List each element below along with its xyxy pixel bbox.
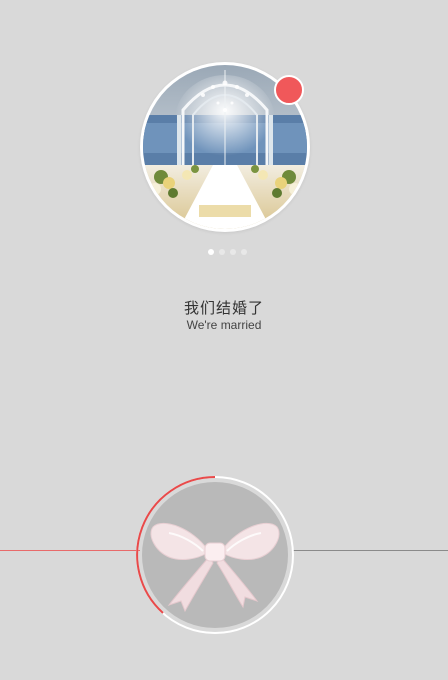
page-indicator <box>208 249 247 255</box>
page-dot-4[interactable] <box>241 249 247 255</box>
progress-line-right <box>292 550 448 551</box>
bow-dial-button[interactable] <box>133 473 297 637</box>
page-dot-1[interactable] <box>208 249 214 255</box>
progress-line-left <box>0 550 140 551</box>
notification-badge <box>274 75 304 105</box>
headline-subtitle: We're married <box>186 318 262 332</box>
page-dot-3[interactable] <box>230 249 236 255</box>
headline-title: 我们结婚了 <box>183 299 264 317</box>
page-dot-2[interactable] <box>219 249 225 255</box>
